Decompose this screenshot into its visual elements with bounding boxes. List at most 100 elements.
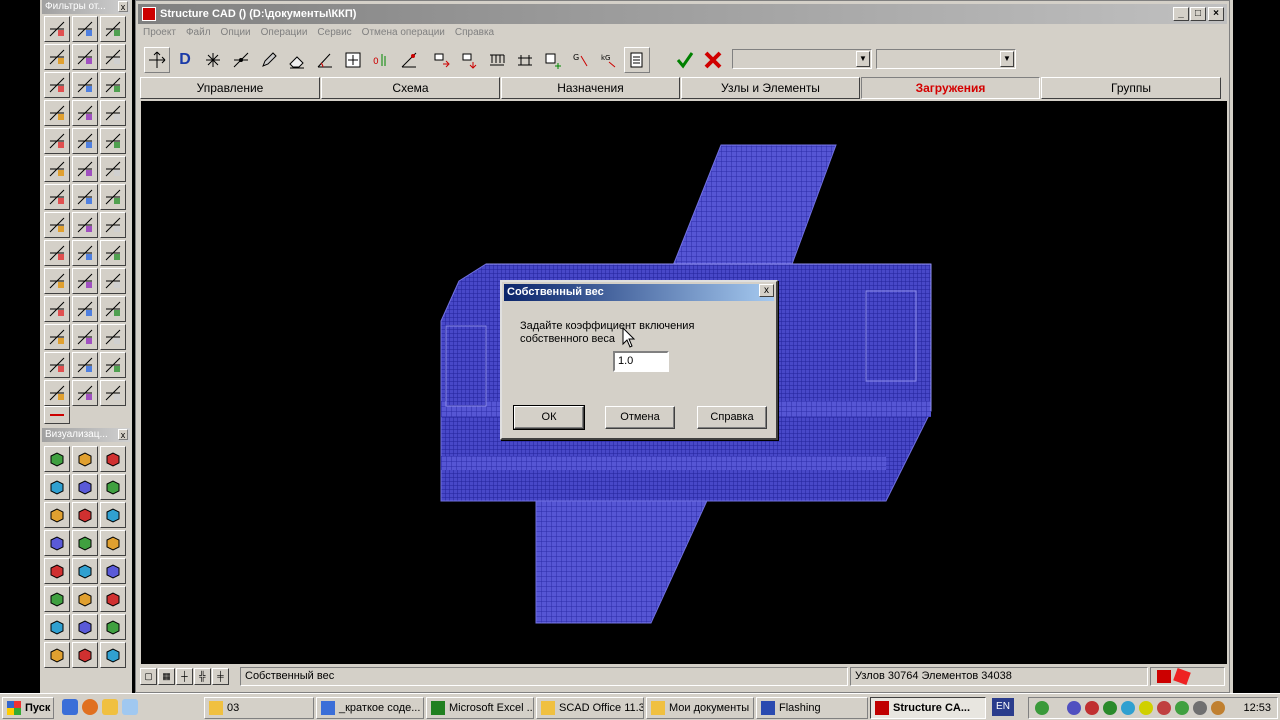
visualization-button-3[interactable] [100,446,126,472]
filter-button-27[interactable] [100,240,126,266]
taskbar-button-3[interactable]: Microsoft Excel ... [426,697,534,719]
filter-button-25[interactable] [44,240,70,266]
numbering-tool-button[interactable]: 0 [368,47,394,73]
filter-button-18[interactable] [100,156,126,182]
slope-tool-button[interactable] [396,47,422,73]
taskbar-button-4[interactable]: SCAD Office 11.3 [536,697,644,719]
help-button[interactable]: Справка [697,406,767,429]
filter-button-19[interactable] [44,184,70,210]
filter-button-40[interactable] [44,380,70,406]
menu-operations[interactable]: Операции [256,25,313,41]
tab-management[interactable]: Управление [140,77,320,99]
tab-scheme[interactable]: Схема [321,77,500,99]
window-titlebar[interactable]: Structure CAD () (D:\документы\ККП) _ □ … [138,4,1227,24]
loads-tool-button-4[interactable] [512,47,538,73]
status-view-button-1[interactable]: ▢ [140,668,157,685]
ok-button[interactable]: ОК [513,405,585,430]
visualization-button-23[interactable] [72,642,98,668]
filter-button-10[interactable] [44,100,70,126]
menu-file[interactable]: Файл [181,25,216,41]
taskbar-button-5[interactable]: Мои документы [646,697,754,719]
tray-icon-4[interactable] [1103,701,1117,715]
visualization-button-5[interactable] [72,474,98,500]
visualization-button-6[interactable] [100,474,126,500]
cancel-operation-button[interactable] [700,47,726,73]
language-indicator[interactable]: EN [992,698,1014,716]
visualization-button-18[interactable] [100,586,126,612]
taskbar-button-2[interactable]: _краткое соде... [316,697,424,719]
filter-button-3[interactable] [100,16,126,42]
filter-button-20[interactable] [72,184,98,210]
tray-icon-7[interactable] [1157,701,1171,715]
filters-palette-title[interactable]: Фильтры от... x [42,0,130,14]
tray-icon-1[interactable] [1035,701,1049,715]
menu-undo[interactable]: Отмена операции [357,25,450,41]
filter-button-15[interactable] [100,128,126,154]
quicklaunch-app-icon-2[interactable] [122,699,138,715]
filter-button-36[interactable] [100,324,126,350]
filter-button-32[interactable] [72,296,98,322]
tab-loadings[interactable]: Загружения [861,77,1040,99]
visualization-button-8[interactable] [72,502,98,528]
node-tool-button-2[interactable] [228,47,254,73]
filter-button-31[interactable] [44,296,70,322]
loads-tool-button-3[interactable] [484,47,510,73]
visualization-button-1[interactable] [44,446,70,472]
tab-nodes-elements[interactable]: Узлы и Элементы [681,77,860,99]
dialog-titlebar[interactable]: Собственный вес [504,284,774,301]
d-button[interactable]: D [172,47,198,73]
tab-assignments[interactable]: Назначения [501,77,680,99]
tray-icon-8[interactable] [1175,701,1189,715]
chevron-down-icon[interactable]: ▼ [856,51,870,67]
filter-button-43[interactable] [44,406,70,424]
folder-quicklaunch-icon[interactable] [102,699,118,715]
loads-tool-button-6[interactable]: G [568,47,594,73]
filter-button-9[interactable] [100,72,126,98]
dialog-close-button[interactable]: x [759,284,774,297]
taskbar-button-7[interactable]: Structure CA... [870,697,986,719]
clock[interactable]: 12:53 [1243,698,1271,718]
visualization-button-4[interactable] [44,474,70,500]
filter-button-17[interactable] [72,156,98,182]
loads-tool-button-5[interactable] [540,47,566,73]
filter-button-38[interactable] [72,352,98,378]
visualization-button-22[interactable] [44,642,70,668]
menu-project[interactable]: Проект [138,25,181,41]
firefox-icon[interactable] [82,699,98,715]
loads-tool-button-7[interactable]: kG [596,47,622,73]
visualization-button-20[interactable] [72,614,98,640]
eraser-tool-button[interactable] [284,47,310,73]
filter-button-41[interactable] [72,380,98,406]
filter-button-42[interactable] [100,380,126,406]
tray-icon-9[interactable] [1193,701,1207,715]
filter-button-5[interactable] [72,44,98,70]
node-tool-button-1[interactable] [200,47,226,73]
filter-button-14[interactable] [72,128,98,154]
visualization-button-15[interactable] [100,558,126,584]
pencil-tool-button[interactable] [256,47,282,73]
maximize-button[interactable]: □ [1190,7,1206,21]
taskbar-button-1[interactable]: 03 [204,697,314,719]
tray-icon-6[interactable] [1139,701,1153,715]
visualization-button-11[interactable] [72,530,98,556]
status-view-button-4[interactable]: ╬ [194,668,211,685]
filter-button-1[interactable] [44,16,70,42]
menu-help[interactable]: Справка [450,25,499,41]
loads-tool-button-2[interactable] [456,47,482,73]
filter-button-2[interactable] [72,16,98,42]
minimize-button[interactable]: _ [1173,7,1189,21]
visualization-palette-title[interactable]: Визуализац... x [42,428,130,442]
tab-groups[interactable]: Группы [1041,77,1221,99]
filter-button-8[interactable] [72,72,98,98]
filter-button-24[interactable] [100,212,126,238]
filter-button-11[interactable] [72,100,98,126]
filter-button-4[interactable] [44,44,70,70]
coefficient-input[interactable]: 1.0 [613,351,669,372]
apply-button[interactable] [672,47,698,73]
loading-combo-1[interactable]: ▼ [732,49,872,69]
taskbar-button-6[interactable]: Flashing [756,697,868,719]
visualization-button-17[interactable] [72,586,98,612]
cancel-button[interactable]: Отмена [605,406,675,429]
status-view-button-3[interactable]: ┼ [176,668,193,685]
tray-icon-5[interactable] [1121,701,1135,715]
